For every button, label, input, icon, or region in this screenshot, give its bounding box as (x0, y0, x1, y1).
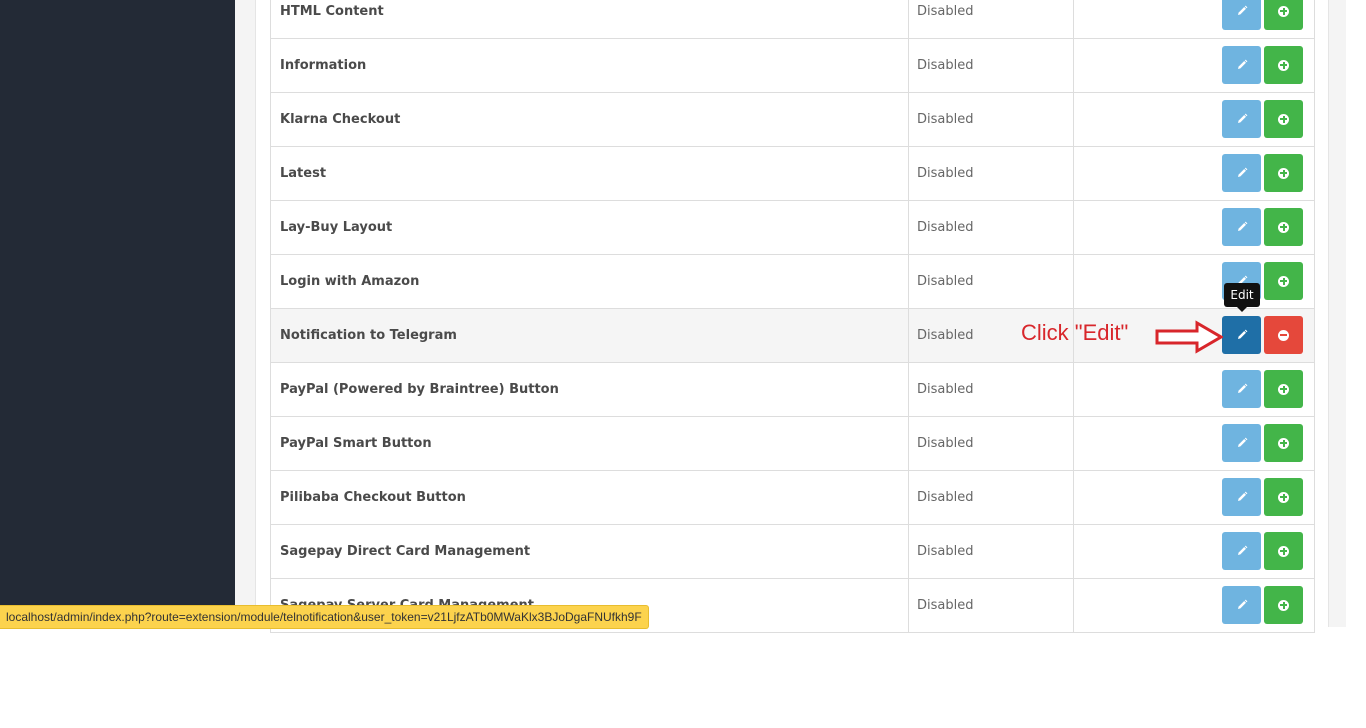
table-row: PayPal (Powered by Braintree) Button Disa… (271, 363, 1314, 417)
table-row: PayPal Smart Button Disabled (271, 417, 1314, 471)
plus-circle-icon (1278, 491, 1289, 503)
pencil-icon (1237, 5, 1247, 15)
module-status: Disabled (909, 201, 1074, 254)
status-bar-url: localhost/admin/index.php?route=extensio… (0, 605, 649, 629)
install-button[interactable] (1264, 586, 1303, 624)
module-name: Sagepay Direct Card Management (271, 525, 909, 578)
module-name: Information (271, 39, 909, 92)
plus-circle-icon (1278, 599, 1289, 611)
module-status: Disabled (909, 93, 1074, 146)
install-button[interactable] (1264, 532, 1303, 570)
pencil-icon (1237, 59, 1247, 69)
module-name: Pilibaba Checkout Button (271, 471, 909, 524)
install-button[interactable] (1264, 154, 1303, 192)
pencil-icon (1237, 113, 1247, 123)
table-row: Sagepay Direct Card Management Disabled (271, 525, 1314, 579)
module-name: PayPal (Powered by Braintree) Button (271, 363, 909, 416)
table-row: Login with Amazon Disabled (271, 255, 1314, 309)
pencil-icon (1237, 599, 1247, 609)
sidebar (0, 0, 235, 627)
module-status: Disabled (909, 255, 1074, 308)
minus-circle-icon (1278, 329, 1289, 341)
edit-button[interactable] (1222, 0, 1261, 30)
module-actions (1074, 363, 1314, 416)
plus-circle-icon (1278, 545, 1289, 557)
module-status: Disabled (909, 147, 1074, 200)
install-button[interactable] (1264, 100, 1303, 138)
edit-button[interactable] (1222, 154, 1261, 192)
module-actions (1074, 417, 1314, 470)
table-row: Klarna Checkout Disabled (271, 93, 1314, 147)
pencil-icon (1237, 221, 1247, 231)
module-name: Login with Amazon (271, 255, 909, 308)
install-button[interactable] (1264, 0, 1303, 30)
module-status: Disabled (909, 363, 1074, 416)
module-name: PayPal Smart Button (271, 417, 909, 470)
plus-circle-icon (1278, 113, 1289, 125)
module-name: HTML Content (271, 0, 909, 38)
plus-circle-icon (1278, 167, 1289, 179)
pencil-icon (1237, 329, 1247, 339)
install-button[interactable] (1264, 370, 1303, 408)
module-table: HTML Content Disabled Information Disabled K… (270, 0, 1315, 633)
module-status: Disabled (909, 0, 1074, 38)
module-actions (1074, 255, 1314, 308)
module-status: Disabled (909, 579, 1074, 632)
install-button[interactable] (1264, 478, 1303, 516)
pencil-icon (1237, 383, 1247, 393)
install-button[interactable] (1264, 208, 1303, 246)
plus-circle-icon (1278, 5, 1289, 17)
edit-button[interactable] (1222, 586, 1261, 624)
edit-button[interactable] (1222, 316, 1261, 354)
pencil-icon (1237, 491, 1247, 501)
table-row: HTML Content Disabled (271, 0, 1314, 39)
plus-circle-icon (1278, 383, 1289, 395)
module-actions (1074, 579, 1314, 632)
annotation-arrow-icon (1155, 320, 1223, 354)
module-actions (1074, 525, 1314, 578)
plus-circle-icon (1278, 437, 1289, 449)
uninstall-button[interactable] (1264, 316, 1303, 354)
module-status: Disabled (909, 417, 1074, 470)
edit-button[interactable] (1222, 46, 1261, 84)
plus-circle-icon (1278, 275, 1289, 287)
module-actions (1074, 147, 1314, 200)
module-name: Lay-Buy Layout (271, 201, 909, 254)
module-actions (1074, 201, 1314, 254)
module-status: Disabled (909, 471, 1074, 524)
module-status: Disabled (909, 525, 1074, 578)
table-row: Pilibaba Checkout Button Disabled (271, 471, 1314, 525)
edit-tooltip: Edit (1224, 283, 1260, 312)
module-actions (1074, 0, 1314, 38)
module-name: Latest (271, 147, 909, 200)
module-name: Klarna Checkout (271, 93, 909, 146)
table-row: Latest Disabled (271, 147, 1314, 201)
edit-button[interactable] (1222, 532, 1261, 570)
table-row: Information Disabled (271, 39, 1314, 93)
edit-button[interactable] (1222, 478, 1261, 516)
annotation-label: Click "Edit" (1021, 320, 1129, 345)
pencil-icon (1237, 545, 1247, 555)
edit-button[interactable] (1222, 100, 1261, 138)
module-status: Disabled (909, 39, 1074, 92)
plus-circle-icon (1278, 59, 1289, 71)
edit-button[interactable] (1222, 370, 1261, 408)
module-actions (1074, 93, 1314, 146)
edit-button[interactable] (1222, 424, 1261, 462)
table-row: Lay-Buy Layout Disabled (271, 201, 1314, 255)
module-actions (1074, 39, 1314, 92)
edit-button[interactable] (1222, 208, 1261, 246)
install-button[interactable] (1264, 46, 1303, 84)
install-button[interactable] (1264, 262, 1303, 300)
module-name: Notification to Telegram (271, 309, 909, 362)
install-button[interactable] (1264, 424, 1303, 462)
module-actions (1074, 471, 1314, 524)
plus-circle-icon (1278, 221, 1289, 233)
pencil-icon (1237, 167, 1247, 177)
pencil-icon (1237, 437, 1247, 447)
